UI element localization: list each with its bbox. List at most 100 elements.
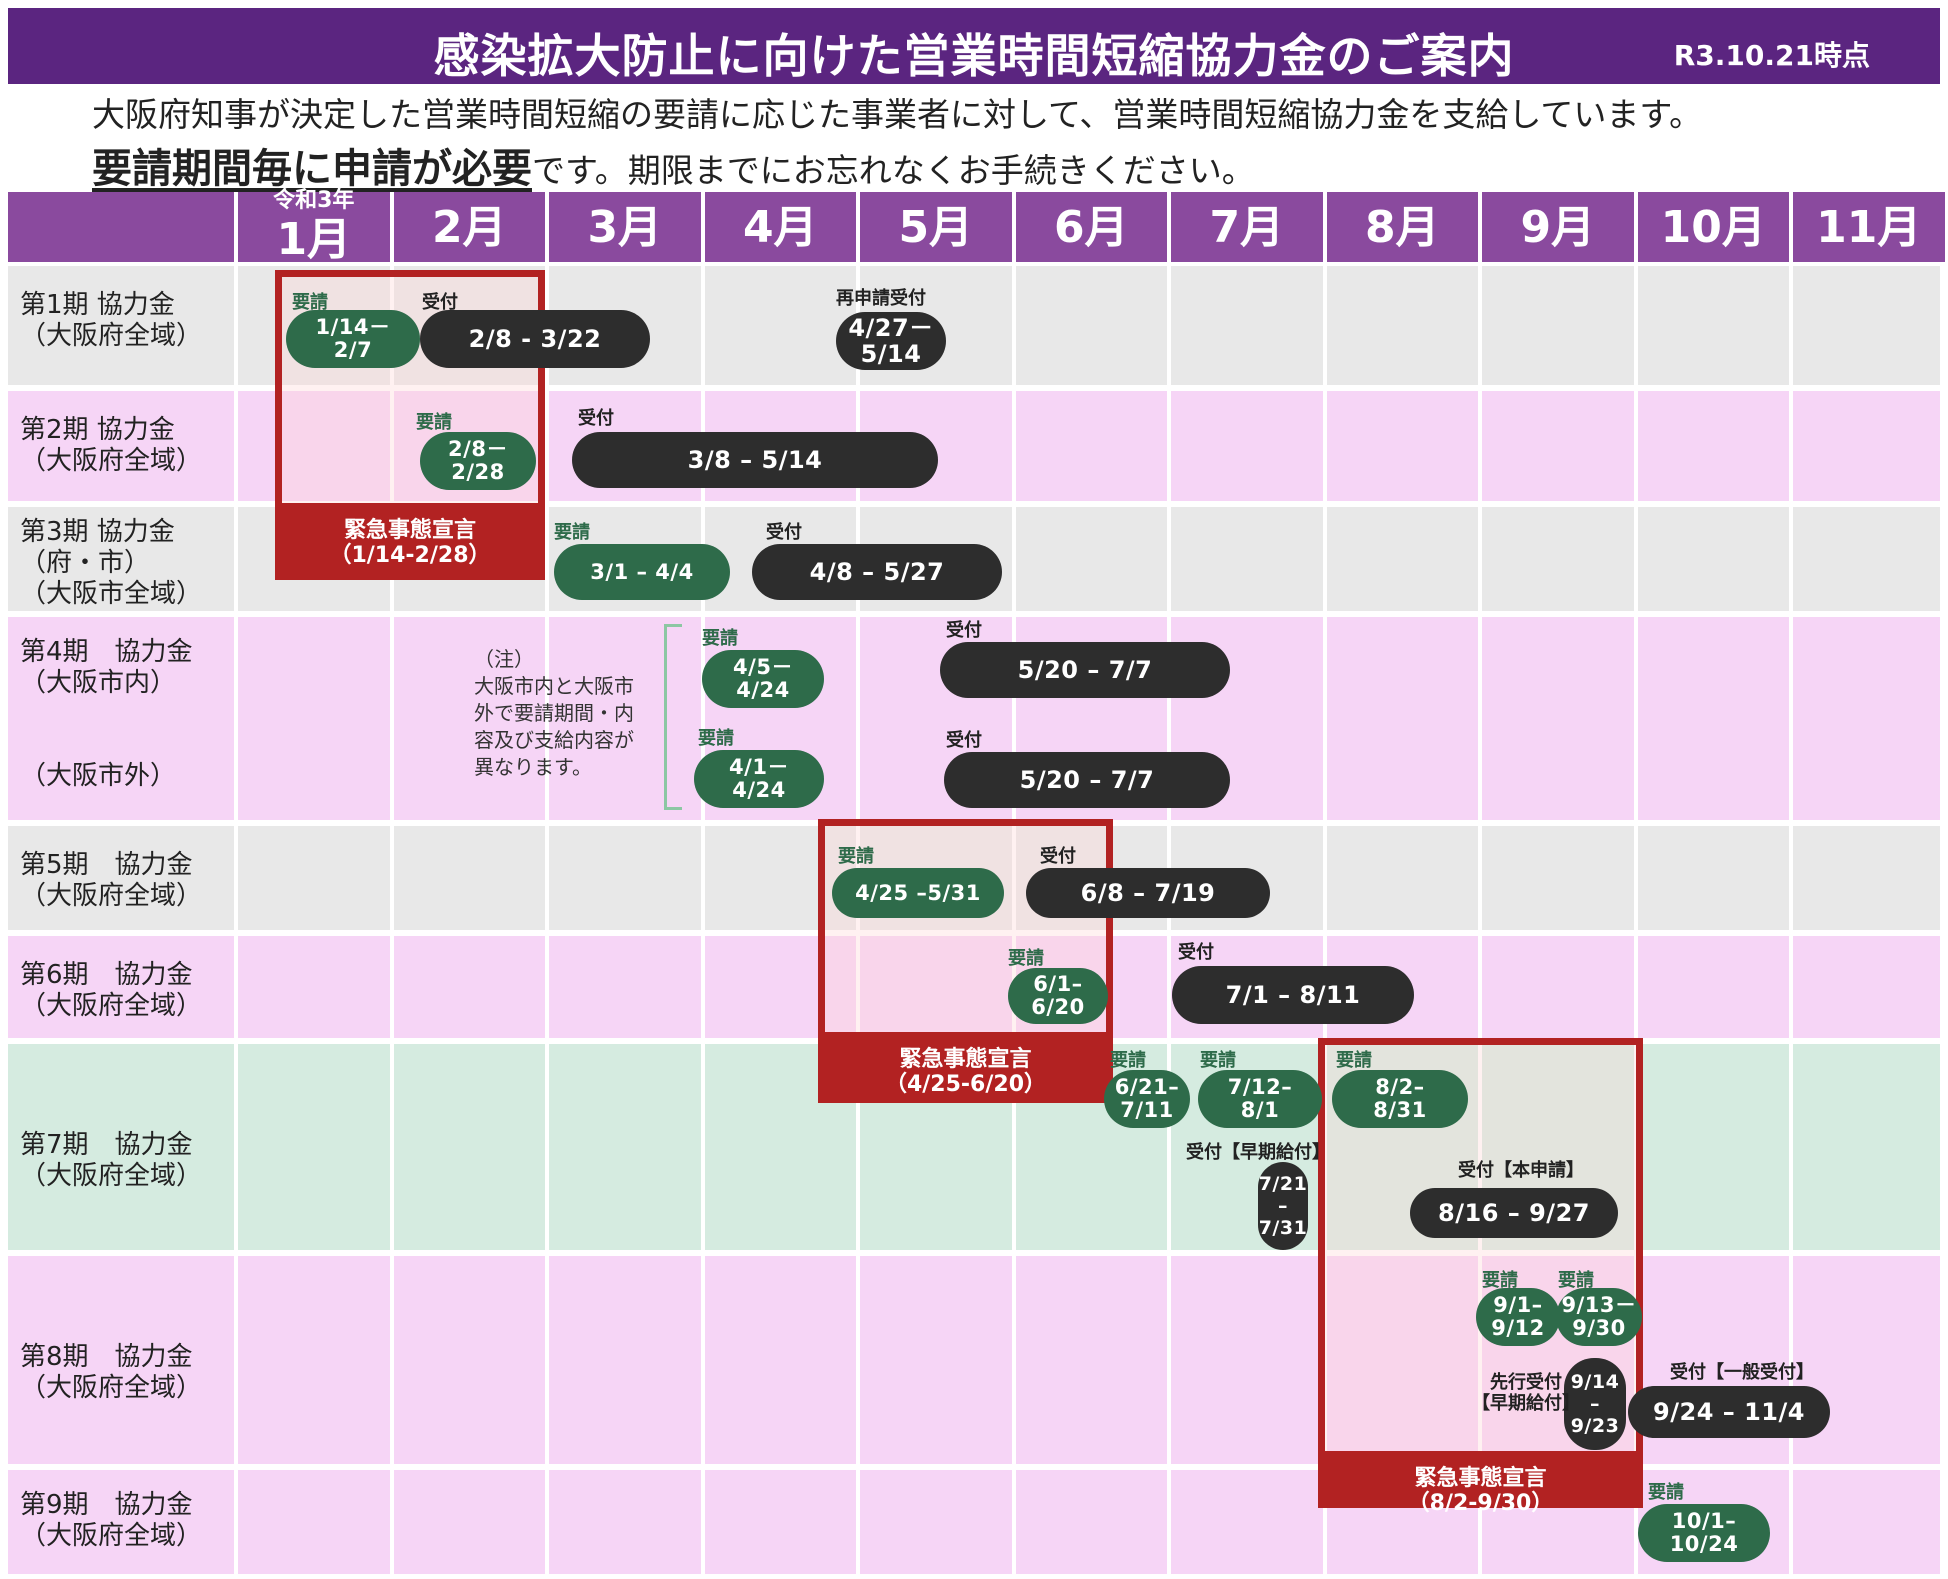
receipt-tag: 受付 [422,292,458,313]
grid-line [545,936,549,1038]
grid-line [234,507,238,611]
grid-line [389,936,394,1038]
grid-line [1011,266,1016,385]
receipt-period-pill: 9/24 – 11/4 [1628,1386,1830,1438]
phase-label: 第7期 協力金 （大阪府全域） [20,1130,203,1191]
grid-line [545,1044,549,1250]
phase-label: 第1期 協力金 （大阪府全域） [20,290,203,351]
grid-line [856,617,860,820]
grid-line [234,826,238,930]
grid-line [700,1256,705,1464]
grid-line [545,507,549,611]
grid-line [389,1044,394,1250]
grid-line [1322,826,1327,930]
grid-line [1633,617,1638,820]
request-period-pill: 10/1– 10/24 [1638,1504,1770,1562]
receipt-tag: 受付【早期給付】 [1186,1142,1330,1163]
receipt-tag: 再申請受付 [836,288,926,309]
receipt-tag: 受付 [1178,942,1214,963]
receipt-period-pill: 4/27－ 5/14 [836,312,946,370]
request-tag: 要請 [1336,1050,1372,1071]
receipt-period-pill: 6/8 – 7/19 [1026,868,1270,918]
grid-line [234,1044,238,1250]
receipt-tag: 受付【一般受付】 [1670,1362,1814,1383]
request-period-pill: 1/14－ 2/7 [286,310,420,368]
phase-label: 第4期 協力金 （大阪市内） （大阪市外） [20,637,193,791]
month-header-11: 11月 [1793,192,1945,262]
grid-line [389,826,394,930]
grid-line [1167,1470,1171,1574]
phase-label: 第3期 協力金 （府・市） （大阪市全域） [20,517,203,609]
grid-line [1789,507,1793,611]
receipt-period-pill: 7/1 – 8/11 [1172,966,1414,1024]
request-period-pill: 8/2– 8/31 [1332,1070,1468,1128]
emergency-declaration-label: 緊急事態宣言 （1/14-2/28） [275,510,545,580]
request-tag: 要請 [838,846,874,867]
grid-line [1478,936,1482,1038]
grid-line [545,826,549,930]
intro-line-1: 大阪府知事が決定した営業時間短縮の要請に応じた事業者に対して、営業時間短縮協力金… [92,95,1703,134]
grid-line [1789,617,1793,820]
grid-line [1478,391,1482,501]
phase-label: 第5期 協力金 （大阪府全域） [20,850,203,911]
grid-line [1478,826,1482,930]
month-header-6: 6月 [1015,192,1167,262]
grid-line [700,266,705,385]
grid-line [1944,266,1948,385]
grid-line [1944,936,1948,1038]
receipt-period-pill: 2/8 - 3/22 [420,310,650,368]
request-tag: 要請 [1200,1050,1236,1071]
grid-line [700,1044,705,1250]
month-header-corner [8,192,234,262]
grid-line [1633,391,1638,501]
request-tag: 要請 [1110,1050,1146,1071]
receipt-period-pill: 8/16 – 9/27 [1410,1188,1618,1238]
grid-line [1633,826,1638,930]
grid-line [545,1256,549,1464]
grid-line [1322,507,1327,611]
request-tag: 要請 [1648,1482,1684,1503]
grid-line [1167,391,1171,501]
phase-4-note: （注） 大阪市内と大阪市 外で要請期間・内 容及び支給内容が 異なります。 [474,647,634,779]
request-tag: 要請 [292,292,328,313]
grid-line [1478,266,1482,385]
grid-line [1011,1470,1016,1574]
month-header-3: 3月 [549,192,701,262]
request-tag: 要請 [698,728,734,749]
grid-line [234,1470,238,1574]
grid-line [1011,1256,1016,1464]
grid-line [1789,391,1793,501]
grid-line [856,1470,860,1574]
request-period-pill: 6/1– 6/20 [1008,968,1108,1024]
receipt-period-pill: 7/21 – 7/31 [1258,1162,1308,1250]
month-header-2: 2月 [393,192,545,262]
grid-line [1944,1470,1948,1574]
month-header-4: 4月 [704,192,856,262]
grid-line [234,266,238,385]
grid-line [1789,1044,1793,1250]
intro-line-2: 要請期間毎に申請が必要です。期限までにお忘れなくお手続きください。 [92,136,1255,194]
grid-line [1633,936,1638,1038]
phase-label: 第2期 協力金 （大阪府全域） [20,415,203,476]
emergency-declaration-label: 緊急事態宣言 （4/25-6/20） [818,1039,1113,1103]
page-title: 感染拡大防止に向けた営業時間短縮協力金のご案内 [433,29,1515,83]
as-of-date: R3.10.21時点 [1673,39,1870,72]
grid-line [389,1256,394,1464]
request-tag: 要請 [702,628,738,649]
request-period-pill: 4/5－ 4/24 [702,650,824,708]
early-payment-line: 【早期給付】 [1472,1393,1580,1414]
advance-receipt-line: 先行受付 [1490,1372,1562,1393]
grid-line [1167,266,1171,385]
grid-line [700,1470,705,1574]
grid-line [1633,266,1638,385]
month-header-9: 9月 [1482,192,1634,262]
receipt-tag: 受付【本申請】 [1458,1160,1584,1181]
month-header-1: 令和3年 1月 [238,188,390,262]
emergency-declaration-label: 緊急事態宣言 （8/2-9/30） [1318,1458,1643,1516]
request-period-pill: 9/1– 9/12 [1476,1288,1560,1346]
request-period-pill: 2/8－ 2/28 [420,432,536,490]
request-tag: 要請 [1558,1270,1594,1291]
grid-line [1789,826,1793,930]
request-tag: 要請 [1008,948,1044,969]
request-period-pill: 3/1 – 4/4 [554,544,730,600]
